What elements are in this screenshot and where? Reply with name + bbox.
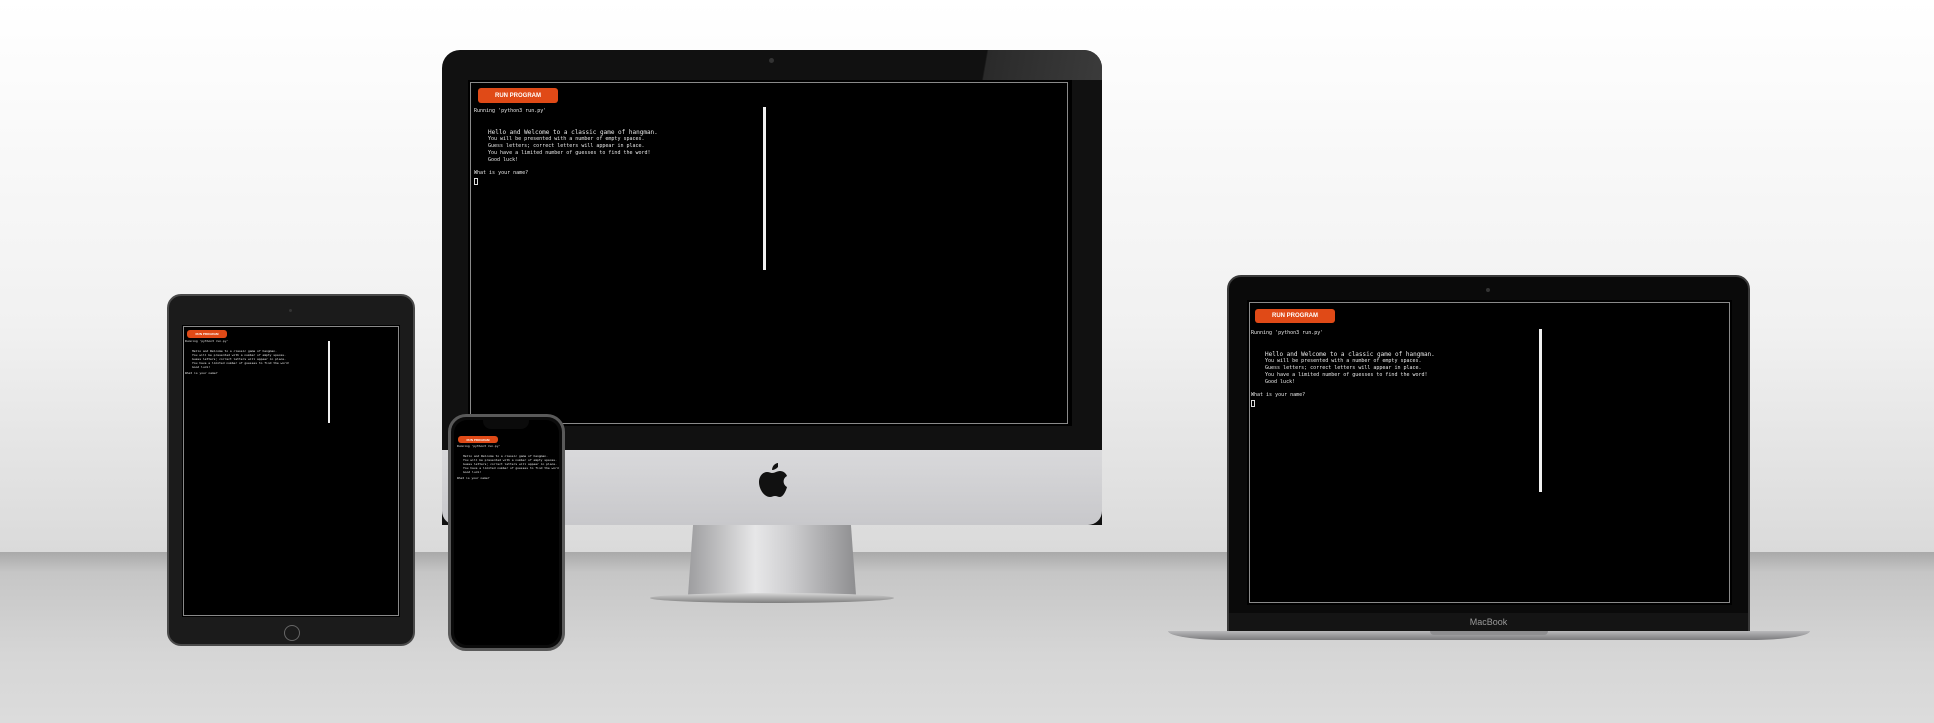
terminal-frame <box>1249 302 1730 603</box>
macbook-notch <box>1430 631 1548 635</box>
run-program-button[interactable]: RUN PROGRAM <box>458 436 498 443</box>
imac-glare <box>957 50 1102 80</box>
status-line: Running 'python3 run.py' <box>457 444 501 448</box>
terminal-cursor[interactable] <box>474 178 478 185</box>
ipad-camera <box>289 309 292 312</box>
intro-line: Guess letters; correct letters will appe… <box>1265 365 1422 371</box>
name-prompt: What is your name? <box>474 170 529 176</box>
terminal-scrollbar[interactable] <box>763 107 766 270</box>
macbook-brand-label: MacBook <box>1469 617 1508 627</box>
name-prompt: What is your name? <box>1251 392 1306 398</box>
intro-line: You will be presented with a number of e… <box>1265 358 1422 364</box>
status-line: Running 'python3 run.py' <box>1251 330 1324 336</box>
iphone-screen: RUN PROGRAM Running 'python3 run.py' Hel… <box>454 420 559 645</box>
terminal-scrollbar[interactable] <box>1539 329 1542 492</box>
macbook-camera <box>1486 288 1490 292</box>
run-program-button[interactable]: RUN PROGRAM <box>478 88 558 103</box>
imac-screen: RUN PROGRAM Running 'python3 run.py' Hel… <box>468 80 1072 426</box>
imac-stand <box>688 525 856 595</box>
intro-line: Good luck! <box>192 365 211 369</box>
run-program-button[interactable]: RUN PROGRAM <box>187 330 227 338</box>
name-prompt: What is your name? <box>457 476 490 480</box>
intro-line: You have a limited number of guesses to … <box>1265 372 1428 378</box>
intro-line: Good luck! <box>488 157 519 163</box>
macbook-screen: RUN PROGRAM Running 'python3 run.py' Hel… <box>1247 300 1732 605</box>
name-prompt: What is your name? <box>185 371 218 375</box>
terminal-scrollbar[interactable] <box>328 341 330 423</box>
intro-line: Good luck! <box>1265 379 1296 385</box>
intro-line: Good luck! <box>463 470 482 474</box>
run-program-button[interactable]: RUN PROGRAM <box>1255 309 1335 323</box>
intro-line: You have a limited number of guesses to … <box>488 150 651 156</box>
status-line: Running 'python3 run.py' <box>474 108 547 114</box>
imac-foot <box>650 593 894 603</box>
status-line: Running 'python3 run.py' <box>185 339 229 343</box>
intro-line: You will be presented with a number of e… <box>488 136 645 142</box>
apple-logo-icon <box>759 463 787 497</box>
imac-camera <box>769 58 774 63</box>
iphone-notch <box>483 420 529 429</box>
intro-line: Guess letters; correct letters will appe… <box>488 143 645 149</box>
terminal-cursor[interactable] <box>1251 400 1255 407</box>
ipad-home-button[interactable] <box>284 625 300 641</box>
ipad-screen: RUN PROGRAM Running 'python3 run.py' Hel… <box>182 325 400 617</box>
terminal-frame <box>183 326 399 616</box>
